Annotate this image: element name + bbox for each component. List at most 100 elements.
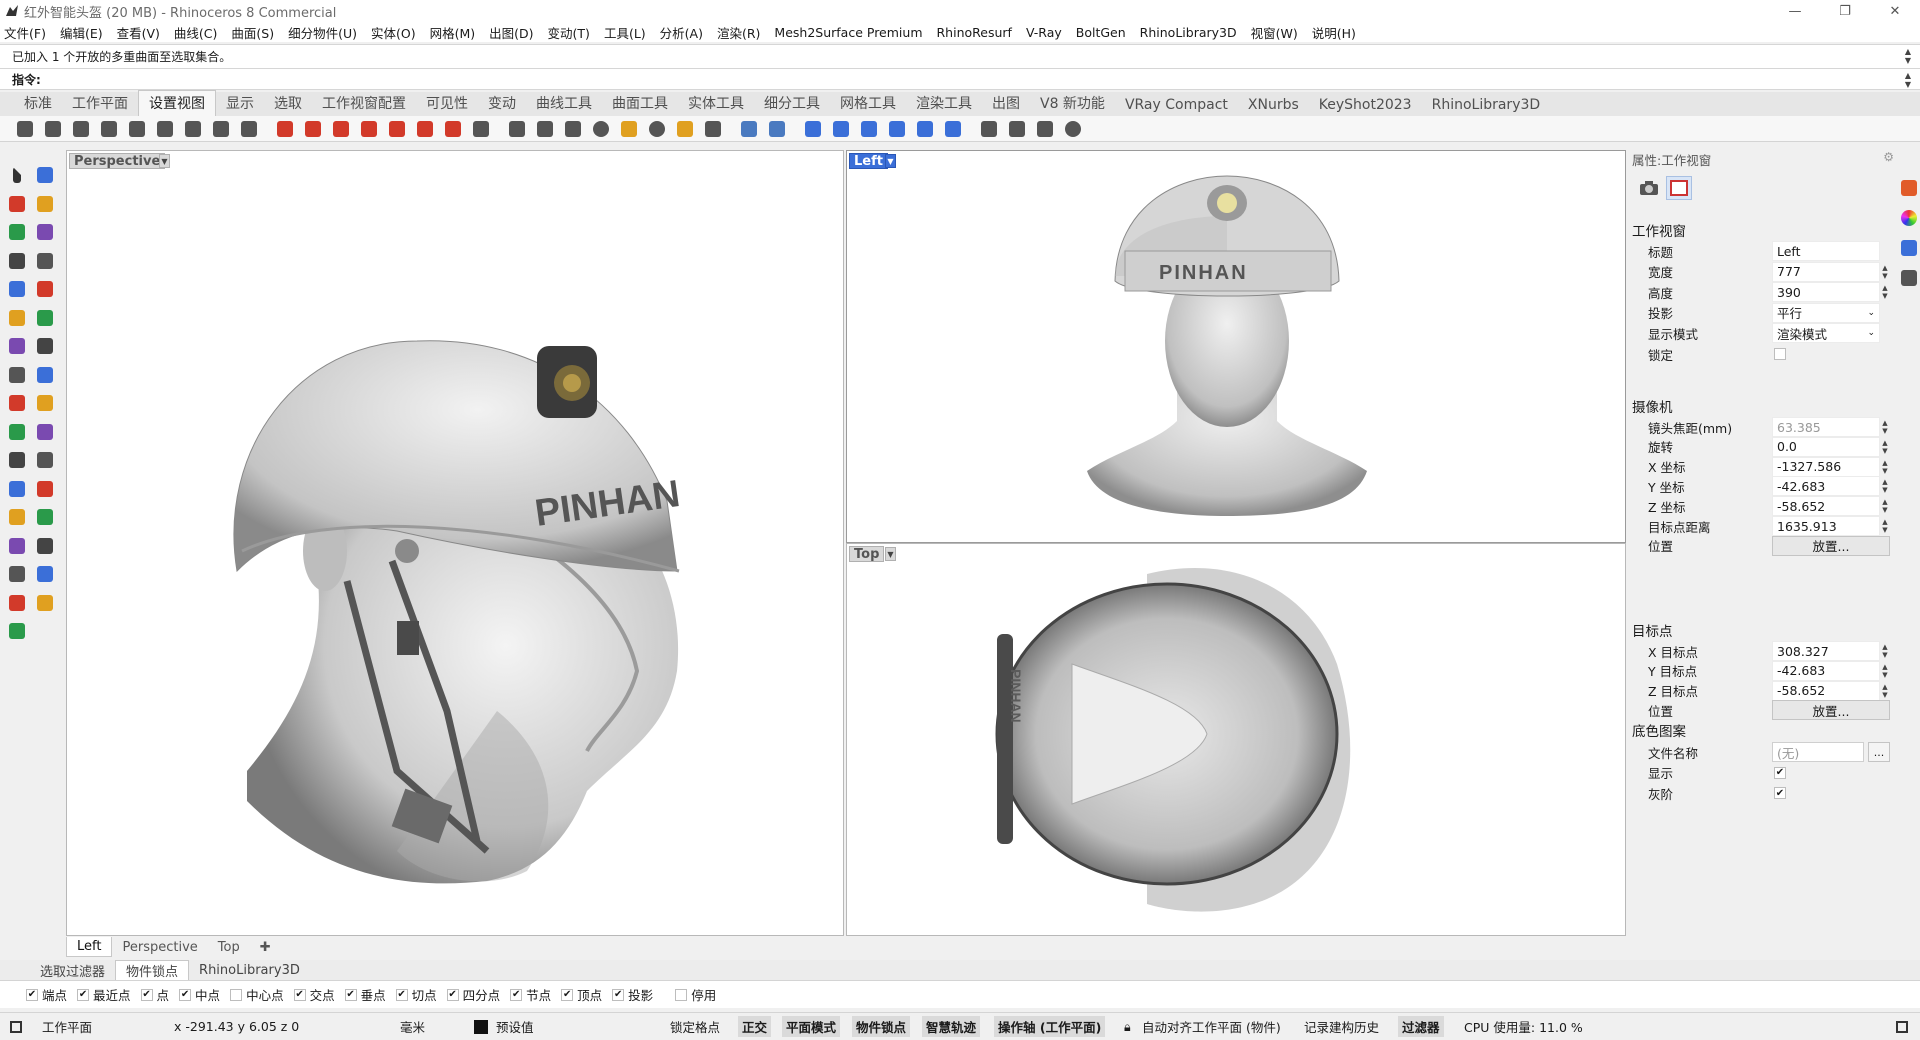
history-scroll-icon[interactable]: ▲ ▼ bbox=[1902, 47, 1914, 65]
prop-checkbox[interactable] bbox=[1774, 348, 1786, 360]
osnap-option[interactable]: ✔ 端点 bbox=[26, 985, 67, 1004]
status-history[interactable]: 记录建构历史 bbox=[1304, 1017, 1379, 1036]
tab-subd-tools[interactable]: 细分工具 bbox=[754, 93, 830, 116]
place-button[interactable]: 放置... bbox=[1772, 700, 1890, 721]
red-car-1-icon[interactable] bbox=[274, 118, 296, 140]
sweep-icon[interactable] bbox=[34, 364, 56, 386]
red-car-7-icon[interactable] bbox=[442, 118, 464, 140]
prop-value-field[interactable]: 0.0 bbox=[1772, 436, 1880, 457]
spinner-icon[interactable]: ▲ ▼ bbox=[1880, 641, 1890, 661]
status-ortho[interactable]: 正交 bbox=[738, 1016, 772, 1037]
perspective-dropdown-icon[interactable]: ▼ bbox=[159, 154, 170, 168]
rotate-icon[interactable] bbox=[42, 118, 64, 140]
panel-toggle-icon[interactable] bbox=[10, 1021, 22, 1033]
text-icon[interactable] bbox=[34, 478, 56, 500]
prop-value-field[interactable]: -42.683 bbox=[1772, 660, 1880, 681]
menu-subd[interactable]: 细分物件(U) bbox=[288, 23, 357, 42]
tab-solid-tools[interactable]: 实体工具 bbox=[678, 93, 754, 116]
viewport-tab-top[interactable]: Top bbox=[208, 940, 250, 955]
turntable-360-icon[interactable] bbox=[978, 118, 1000, 140]
osnap-checkbox[interactable]: ✔ bbox=[612, 988, 625, 1001]
dimension-icon[interactable] bbox=[6, 478, 28, 500]
extrude-icon[interactable] bbox=[6, 364, 28, 386]
paint-icon[interactable] bbox=[6, 620, 28, 642]
solid-icon[interactable] bbox=[34, 592, 56, 614]
material-icon[interactable] bbox=[738, 118, 760, 140]
menu-rhinoresurf[interactable]: RhinoResurf bbox=[937, 25, 1012, 40]
prop-checkbox[interactable]: ✔ bbox=[1774, 766, 1786, 779]
top-model[interactable]: PINHAN bbox=[847, 544, 1625, 935]
tab-transform[interactable]: 变动 bbox=[478, 93, 526, 116]
left-dropdown-icon[interactable]: ▼ bbox=[885, 154, 896, 168]
menu-help[interactable]: 说明(H) bbox=[1312, 23, 1356, 42]
zoom-out-icon[interactable] bbox=[210, 118, 232, 140]
status-autoalign[interactable]: 自动对齐工作平面 (物件) bbox=[1142, 1017, 1281, 1036]
layer-icon[interactable] bbox=[34, 449, 56, 471]
spinner-icon[interactable]: ▲ ▼ bbox=[1880, 496, 1890, 516]
browse-file-button[interactable]: ... bbox=[1868, 742, 1890, 762]
tab-visibility[interactable]: 可见性 bbox=[416, 93, 478, 116]
osnap-checkbox[interactable]: ✔ bbox=[395, 988, 408, 1001]
tab-osnap[interactable]: 物件锁点 bbox=[115, 960, 190, 980]
surface-icon[interactable] bbox=[6, 307, 28, 329]
panel-toggle-right-icon[interactable] bbox=[1896, 1021, 1908, 1033]
osnap-checkbox[interactable]: ✔ bbox=[26, 988, 38, 1001]
plane-4-icon[interactable] bbox=[886, 118, 908, 140]
tab-xnurbs[interactable]: XNurbs bbox=[1238, 97, 1309, 116]
viewport-left[interactable]: PINHAN Left ▼ bbox=[846, 150, 1626, 543]
menu-surface[interactable]: 曲面(S) bbox=[231, 23, 274, 42]
array-icon[interactable] bbox=[6, 535, 28, 557]
zoom-window-icon[interactable] bbox=[98, 118, 120, 140]
tab-set-view[interactable]: 设置视图 bbox=[138, 90, 216, 116]
status-cplane[interactable]: 工作平面 bbox=[42, 1017, 92, 1036]
zoom-icon[interactable] bbox=[70, 118, 92, 140]
viewport-label-top[interactable]: Top bbox=[849, 546, 885, 562]
menu-tools[interactable]: 工具(L) bbox=[604, 23, 646, 42]
camera-properties-icon[interactable] bbox=[1636, 176, 1662, 200]
zoom-extents-icon[interactable] bbox=[126, 118, 148, 140]
prop-value-field[interactable]: -58.652 bbox=[1772, 496, 1880, 517]
menu-render[interactable]: 渲染(R) bbox=[717, 23, 760, 42]
named-view-icon[interactable] bbox=[534, 118, 556, 140]
tab-curve-tools[interactable]: 曲线工具 bbox=[526, 93, 602, 116]
viewport-tab-perspective[interactable]: Perspective bbox=[112, 940, 207, 955]
osnap-option[interactable]: ✔ 最近点 bbox=[77, 985, 131, 1004]
spinner-icon[interactable]: ▲ ▼ bbox=[1880, 516, 1890, 536]
tab-select[interactable]: 选取 bbox=[264, 93, 312, 116]
boolean-icon[interactable] bbox=[34, 335, 56, 357]
analyze-icon[interactable] bbox=[6, 563, 28, 585]
spinner-icon[interactable]: ▲ ▼ bbox=[1880, 681, 1890, 701]
spinner-icon[interactable]: ▲ ▼ bbox=[1880, 476, 1890, 496]
tab-render-tools[interactable]: 渲染工具 bbox=[906, 93, 982, 116]
prop-value-field[interactable]: 渲染模式 ⌄ bbox=[1772, 323, 1880, 344]
top-dropdown-icon[interactable]: ▼ bbox=[885, 547, 896, 561]
fillet-icon[interactable] bbox=[34, 278, 56, 300]
camera-set-icon[interactable] bbox=[470, 118, 492, 140]
osnap-option[interactable]: 中心点 bbox=[230, 985, 284, 1004]
explode-icon[interactable] bbox=[34, 392, 56, 414]
red-car-4-icon[interactable] bbox=[358, 118, 380, 140]
restore-button[interactable]: ❐ bbox=[1820, 0, 1870, 22]
spinner-icon[interactable]: ▲ ▼ bbox=[1880, 417, 1890, 437]
plane-1-icon[interactable] bbox=[802, 118, 824, 140]
file-name-field[interactable]: (无) bbox=[1772, 742, 1864, 762]
trim-icon[interactable] bbox=[6, 421, 28, 443]
split-icon[interactable] bbox=[34, 421, 56, 443]
minimize-button[interactable]: — bbox=[1770, 0, 1820, 22]
zoom-1to1-icon[interactable] bbox=[238, 118, 260, 140]
viewport-label-left[interactable]: Left bbox=[849, 153, 888, 169]
viewport-top[interactable]: PINHAN Top ▼ bbox=[846, 543, 1626, 936]
osnap-checkbox[interactable]: ✔ bbox=[510, 988, 523, 1001]
osnap-option[interactable]: ✔ 切点 bbox=[395, 985, 437, 1004]
arc-icon[interactable] bbox=[6, 278, 28, 300]
tab-rhinolibrary3d[interactable]: RhinoLibrary3D bbox=[1422, 97, 1551, 116]
tab-selection-filter[interactable]: 选取过滤器 bbox=[30, 961, 115, 980]
tab-rhinolibrary3d-bottom[interactable]: RhinoLibrary3D bbox=[189, 963, 310, 978]
cube-view-icon[interactable] bbox=[766, 118, 788, 140]
osnap-option[interactable]: 停用 bbox=[675, 985, 716, 1004]
status-osnap[interactable]: 物件锁点 bbox=[852, 1016, 911, 1037]
viewport-properties-icon[interactable] bbox=[1666, 176, 1692, 200]
camera-icon[interactable] bbox=[506, 118, 528, 140]
status-filter[interactable]: 过滤器 bbox=[1398, 1016, 1444, 1037]
osnap-checkbox[interactable] bbox=[230, 988, 243, 1001]
